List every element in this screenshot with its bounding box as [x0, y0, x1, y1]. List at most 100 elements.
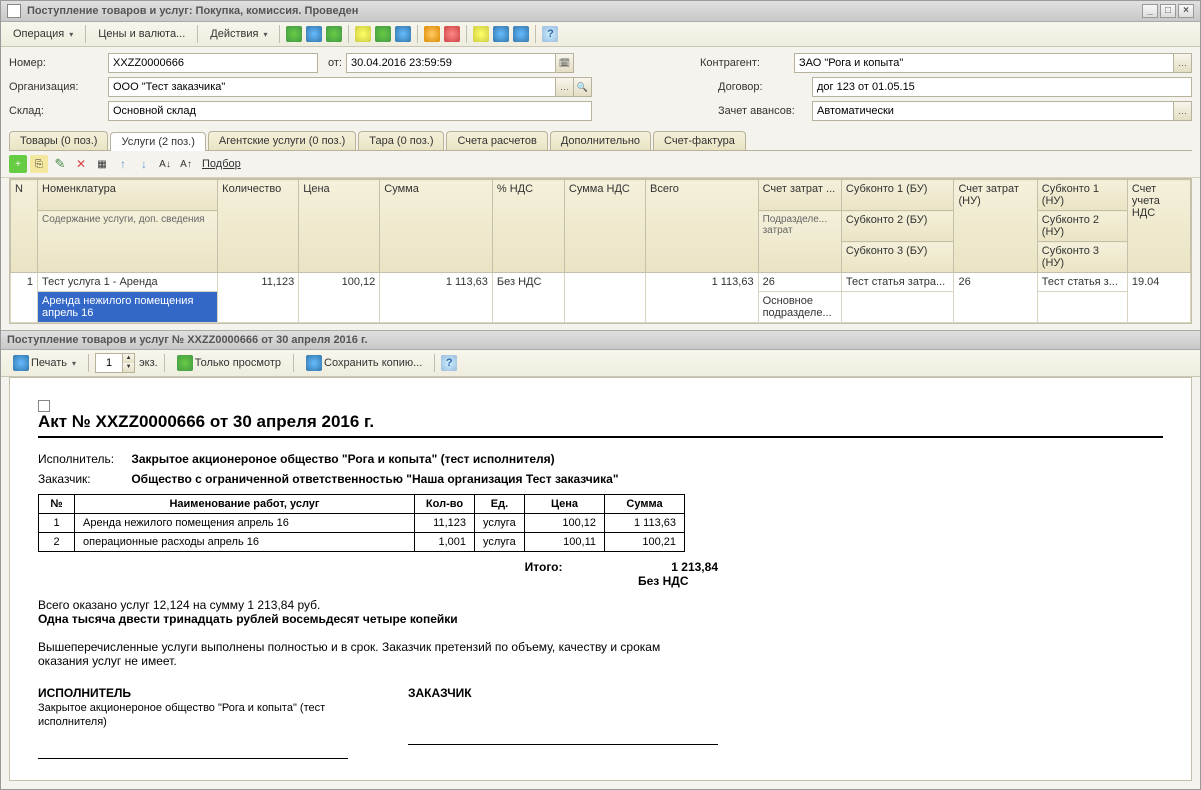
col-sub1[interactable]: Субконто 1 (БУ) — [841, 180, 954, 211]
act-summary-words: Одна тысяча двести тринадцать рублей вос… — [38, 612, 458, 626]
grid-select-link[interactable]: Подбор — [198, 156, 245, 172]
move-up-icon[interactable]: ↑ — [114, 155, 132, 173]
copy-row-icon[interactable]: ⎘ — [30, 155, 48, 173]
col-sub2[interactable]: Субконто 2 (БУ) — [841, 211, 954, 242]
window-title: Поступление товаров и услуг: Покупка, ко… — [27, 5, 358, 17]
col-division[interactable]: Подразделе... затрат — [758, 211, 841, 273]
col-sub2n[interactable]: Субконто 2 (НУ) — [1037, 211, 1127, 242]
print-title-bar: Поступление товаров и услуг № XXZZ000066… — [1, 330, 1200, 350]
prices-button[interactable]: Цены и валюта... — [92, 26, 191, 42]
sign-executor-sub: Закрытое акционероное общество "Рога и к… — [38, 702, 325, 728]
col-sub3n[interactable]: Субконто 3 (НУ) — [1037, 242, 1127, 273]
col-vatpct[interactable]: % НДС — [492, 180, 564, 273]
advance-input[interactable] — [812, 101, 1174, 121]
date-input[interactable] — [346, 53, 556, 73]
post-icon[interactable] — [286, 26, 302, 42]
save-icon[interactable] — [326, 26, 342, 42]
tab-extra[interactable]: Дополнительно — [550, 131, 651, 150]
act-col-name: Наименование работ, услуг — [75, 495, 415, 514]
copies-up-icon[interactable]: ▲ — [122, 354, 134, 363]
copies-input[interactable] — [96, 357, 122, 369]
number-input[interactable] — [108, 53, 318, 73]
doc-icon-2[interactable] — [375, 26, 391, 42]
table-row[interactable]: 1 Тест услуга 1 - Аренда 11,123 100,12 1… — [11, 273, 1191, 292]
help-icon[interactable]: ? — [542, 26, 558, 42]
save-icon — [306, 355, 322, 371]
copies-spinner[interactable]: ▲▼ — [95, 353, 135, 373]
date-picker-icon[interactable]: 🗓 — [556, 53, 574, 73]
refresh-icon[interactable] — [306, 26, 322, 42]
tab-accounts[interactable]: Счета расчетов — [446, 131, 547, 150]
printer-icon — [13, 355, 29, 371]
from-label: от: — [328, 57, 342, 69]
col-n[interactable]: N — [11, 180, 38, 273]
col-costacc-nu[interactable]: Счет затрат (НУ) — [954, 180, 1037, 273]
col-total[interactable]: Всего — [645, 180, 758, 273]
debit-credit-icon[interactable] — [444, 26, 460, 42]
services-grid[interactable]: N Номенклатура Количество Цена Сумма % Н… — [9, 178, 1192, 324]
print-checkbox[interactable] — [38, 400, 50, 412]
sign-customer: ЗАКАЗЧИК — [408, 686, 472, 700]
operation-menu[interactable]: Операция — [7, 26, 79, 42]
act-col-sum: Сумма — [605, 495, 685, 514]
move-down-icon[interactable]: ↓ — [135, 155, 153, 173]
advance-label: Зачет авансов: — [718, 105, 808, 117]
act-row: 1 Аренда нежилого помещения апрель 16 11… — [39, 514, 685, 533]
grid-toolbar: + ⎘ ✎ ✕ ▦ ↑ ↓ A↓ A↑ Подбор — [1, 151, 1200, 178]
save-copy-button[interactable]: Сохранить копию... — [300, 353, 428, 373]
col-qty[interactable]: Количество — [218, 180, 299, 273]
total-value: 1 213,84 — [628, 560, 718, 574]
col-sub1n[interactable]: Субконто 1 (НУ) — [1037, 180, 1127, 211]
advance-select-icon[interactable]: … — [1174, 101, 1192, 121]
warehouse-input[interactable] — [108, 101, 592, 121]
customer-label: Заказчик: — [38, 472, 128, 486]
print-menu[interactable]: Печать — [7, 353, 82, 373]
counterparty-input[interactable] — [794, 53, 1174, 73]
sign-line-exec — [38, 758, 348, 759]
print-help-icon[interactable]: ? — [441, 355, 457, 371]
extra-icon-1[interactable] — [473, 26, 489, 42]
delete-row-icon[interactable]: ✕ — [72, 155, 90, 173]
grid-icon[interactable]: ▦ — [93, 155, 111, 173]
add-row-icon[interactable]: + — [9, 155, 27, 173]
copies-down-icon[interactable]: ▼ — [122, 363, 134, 372]
tab-packaging[interactable]: Тара (0 поз.) — [358, 131, 444, 150]
col-price[interactable]: Цена — [299, 180, 380, 273]
edit-row-icon[interactable]: ✎ — [51, 155, 69, 173]
warehouse-label: Склад: — [9, 105, 104, 117]
extra-icon-3[interactable] — [513, 26, 529, 42]
org-search-icon[interactable]: 🔍 — [574, 77, 592, 97]
tab-invoice[interactable]: Счет-фактура — [653, 131, 746, 150]
contract-label: Договор: — [718, 81, 808, 93]
link-icon[interactable] — [395, 26, 411, 42]
actions-menu[interactable]: Действия — [204, 26, 273, 42]
counterparty-label: Контрагент: — [700, 57, 790, 69]
tab-goods[interactable]: Товары (0 поз.) — [9, 131, 108, 150]
tab-services[interactable]: Услуги (2 поз.) — [110, 132, 205, 151]
novat-label: Без НДС — [638, 574, 718, 588]
extra-icon-2[interactable] — [493, 26, 509, 42]
minimize-button[interactable]: _ — [1142, 4, 1158, 18]
col-nomen-sub[interactable]: Содержание услуги, доп. сведения — [38, 211, 218, 273]
tab-agent[interactable]: Агентские услуги (0 поз.) — [208, 131, 356, 150]
sort-asc-icon[interactable]: A↓ — [156, 155, 174, 173]
sort-desc-icon[interactable]: A↑ — [177, 155, 195, 173]
act-disclaimer: Вышеперечисленные услуги выполнены полно… — [38, 640, 678, 668]
org-select-icon[interactable]: … — [556, 77, 574, 97]
col-costacc[interactable]: Счет затрат ... — [758, 180, 841, 211]
view-only-button[interactable]: Только просмотр — [171, 353, 287, 373]
col-nomen[interactable]: Номенклатура — [38, 180, 218, 211]
close-button[interactable]: × — [1178, 4, 1194, 18]
doc-icon-1[interactable] — [355, 26, 371, 42]
counterparty-select-icon[interactable]: … — [1174, 53, 1192, 73]
total-label: Итого: — [525, 560, 605, 574]
col-vatsum[interactable]: Сумма НДС — [564, 180, 645, 273]
org-input[interactable] — [108, 77, 556, 97]
col-sum[interactable]: Сумма — [380, 180, 493, 273]
col-vatacc[interactable]: Счет учета НДС — [1127, 180, 1190, 273]
number-label: Номер: — [9, 57, 104, 69]
report-icon[interactable] — [424, 26, 440, 42]
contract-input[interactable] — [812, 77, 1192, 97]
col-sub3[interactable]: Субконто 3 (БУ) — [841, 242, 954, 273]
maximize-button[interactable]: □ — [1160, 4, 1176, 18]
